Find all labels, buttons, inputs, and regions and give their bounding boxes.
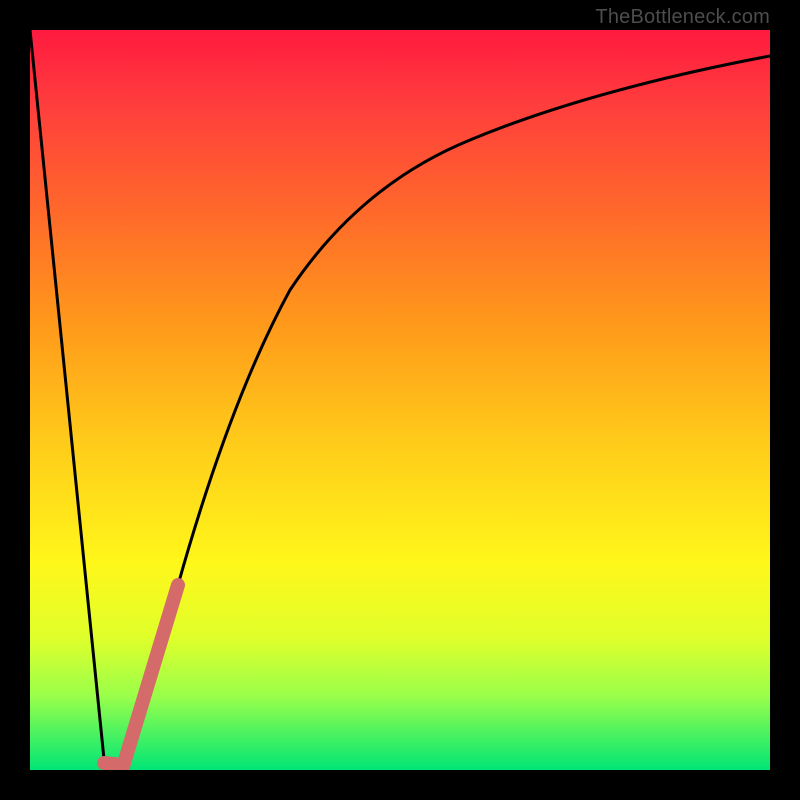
chart-frame: TheBottleneck.com	[0, 0, 800, 800]
bottleneck-curve	[30, 30, 770, 770]
plot-area	[30, 30, 770, 770]
curve-layer	[30, 30, 770, 770]
credit-label: TheBottleneck.com	[595, 6, 770, 29]
highlight-segment	[122, 585, 178, 770]
highlight-minimum	[104, 763, 122, 765]
